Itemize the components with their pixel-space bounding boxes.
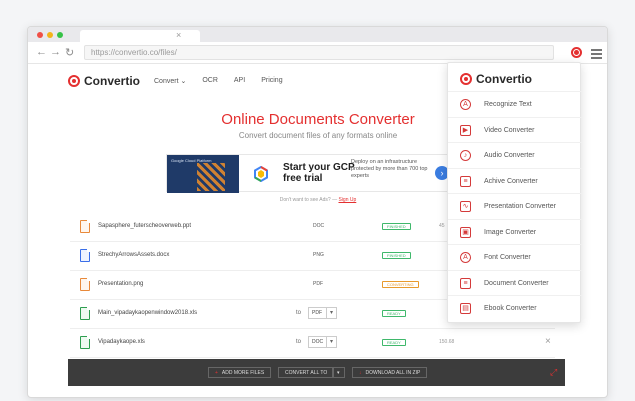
tab-close-icon[interactable]: × bbox=[176, 30, 181, 40]
convertio-extension-icon[interactable] bbox=[571, 47, 582, 58]
png-file-icon bbox=[80, 278, 90, 291]
convert-all-button[interactable]: Convert all to bbox=[278, 367, 335, 378]
logo-text: Convertio bbox=[84, 74, 141, 88]
nav-pricing[interactable]: Pricing bbox=[261, 77, 282, 85]
font-icon: A bbox=[460, 252, 471, 263]
menu-item-presentation-converter[interactable]: ∿ Presentation Converter bbox=[448, 193, 582, 219]
presentation-icon: ∿ bbox=[460, 201, 471, 212]
status-badge: finished bbox=[382, 252, 411, 259]
convert-all-label: Convert all to bbox=[285, 370, 328, 376]
menu-item-label: Video Converter bbox=[484, 126, 535, 134]
browser-menu-icon[interactable] bbox=[591, 49, 602, 61]
menu-item-label: Achive Converter bbox=[484, 177, 538, 185]
nav-api[interactable]: API bbox=[234, 77, 245, 85]
audio-icon: ♪ bbox=[460, 150, 471, 161]
xls-file-icon bbox=[80, 307, 90, 320]
ad-banner[interactable]: Google Cloud Platform Start your GCP fre… bbox=[166, 154, 450, 193]
target-format: DOC bbox=[313, 223, 325, 229]
docx-file-icon bbox=[80, 249, 90, 262]
reload-icon[interactable]: ↻ bbox=[65, 46, 74, 59]
ppt-file-icon bbox=[80, 220, 90, 233]
nav-ocr[interactable]: OCR bbox=[202, 77, 218, 85]
remove-file-icon[interactable]: × bbox=[545, 336, 551, 347]
ad-image: Google Cloud Platform bbox=[167, 155, 239, 193]
text-icon: A bbox=[460, 99, 471, 110]
download-icon: ↓ bbox=[359, 370, 362, 376]
browser-window: × ← → ↻ https://convertio.co/files/ Conv… bbox=[27, 26, 608, 398]
menu-item-label: Image Converter bbox=[484, 228, 537, 236]
back-arrow-icon[interactable]: ← bbox=[36, 46, 47, 58]
menu-item-image-converter[interactable]: ▣ Image Converter bbox=[448, 218, 582, 245]
dropdown-logo-text: Convertio bbox=[476, 72, 533, 86]
plus-icon: + bbox=[215, 370, 218, 376]
menu-item-label: Font Converter bbox=[484, 254, 531, 261]
menu-item-video-converter[interactable]: ▶ Video Converter bbox=[448, 116, 582, 143]
expand-icon[interactable]: ⤢ bbox=[550, 367, 557, 378]
status-badge: ready bbox=[382, 339, 406, 346]
dropdown-header: Convertio bbox=[460, 72, 532, 86]
action-bar: + Add more files Convert all to ▾ ↓ Downlo… bbox=[68, 359, 565, 386]
maximize-window-button[interactable] bbox=[57, 32, 63, 38]
download-all-label: Download all in zip bbox=[365, 370, 421, 376]
xls-file-icon bbox=[80, 336, 90, 349]
menu-item-label: Ebook Converter bbox=[484, 305, 537, 312]
file-name: Main_vipadaykaopenwindow2018.xls bbox=[98, 310, 198, 316]
site-logo[interactable]: Convertio bbox=[68, 74, 140, 88]
to-label: to bbox=[296, 310, 302, 316]
menu-item-audio-converter[interactable]: ♪ Audio Converter bbox=[448, 142, 582, 168]
menu-item-label: Recognize Text bbox=[484, 101, 532, 108]
menu-item-recognize-text[interactable]: A Recognize Text bbox=[448, 91, 582, 117]
target-format: PDF bbox=[313, 281, 323, 287]
menu-item-ebook-converter[interactable]: ▤ Ebook Converter bbox=[448, 295, 582, 321]
menu-item-label: Presentation Converter bbox=[484, 203, 556, 210]
sign-up-link[interactable]: Sign Up bbox=[338, 197, 356, 203]
convert-all-select[interactable]: ▾ bbox=[332, 367, 345, 378]
to-label: to bbox=[296, 339, 302, 345]
menu-item-label: Audio Converter bbox=[484, 152, 535, 159]
menu-item-document-converter[interactable]: ≡ Document Converter bbox=[448, 269, 582, 296]
extension-dropdown: Convertio A Recognize Text ▶ Video Conve… bbox=[447, 62, 582, 323]
file-size: 45 bbox=[439, 223, 445, 229]
status-badge: ready bbox=[382, 310, 406, 317]
ebook-icon: ▤ bbox=[460, 303, 471, 314]
chevron-down-icon[interactable]: ▾ bbox=[326, 336, 337, 348]
menu-item-archive-converter[interactable]: ≡ Achive Converter bbox=[448, 167, 582, 194]
chevron-down-icon[interactable]: ▾ bbox=[326, 307, 337, 319]
browser-toolbar: ← → ↻ https://convertio.co/files/ bbox=[28, 42, 607, 64]
add-more-files-button[interactable]: + Add more files bbox=[208, 367, 272, 378]
status-badge: finished bbox=[382, 223, 411, 230]
file-size: 150.68 bbox=[439, 339, 455, 345]
menu-item-label: Document Converter bbox=[484, 279, 549, 287]
nav-convert[interactable]: Convert ⌄ bbox=[154, 77, 186, 85]
minimize-window-button[interactable] bbox=[47, 32, 53, 38]
target-format: PNG bbox=[313, 252, 324, 258]
file-name: Vipadaykaope.xls bbox=[98, 339, 145, 345]
document-icon: ≡ bbox=[460, 277, 471, 289]
add-more-files-label: Add more files bbox=[221, 370, 265, 376]
archive-icon: ≡ bbox=[460, 175, 471, 187]
no-ads-text: Don't want to see Ads? bbox=[279, 197, 331, 203]
convertio-logo-icon bbox=[460, 73, 472, 85]
address-bar[interactable]: https://convertio.co/files/ bbox=[84, 45, 554, 60]
download-all-zip-button[interactable]: ↓ Download all in zip bbox=[352, 367, 428, 378]
video-icon: ▶ bbox=[460, 124, 471, 136]
file-name: Sapasphere_futerscheoverweb.ppt bbox=[98, 223, 192, 229]
file-name: Presentation.png bbox=[98, 281, 144, 287]
ad-body: Deploy on an infrastructure protected by… bbox=[351, 159, 428, 179]
convertio-logo-icon bbox=[68, 75, 80, 87]
main-nav: Convert ⌄ OCR API Pricing bbox=[154, 77, 283, 85]
file-name: StrechyArrowsAssets.docx bbox=[98, 252, 170, 258]
close-window-button[interactable] bbox=[37, 32, 43, 38]
forward-arrow-icon[interactable]: → bbox=[50, 46, 61, 58]
file-row: Vipadaykaope.xls to DOC ▾ ready 150.68 × bbox=[70, 329, 555, 358]
chevron-down-icon: ▾ bbox=[337, 370, 340, 376]
browser-tab[interactable] bbox=[80, 30, 200, 42]
ad-cube-graphic bbox=[197, 163, 225, 191]
title-bar: × bbox=[28, 27, 607, 42]
status-badge: converting bbox=[382, 281, 419, 288]
google-cloud-logo-icon bbox=[254, 166, 268, 182]
menu-item-font-converter[interactable]: A Font Converter bbox=[448, 244, 582, 270]
image-icon: ▣ bbox=[460, 226, 471, 238]
